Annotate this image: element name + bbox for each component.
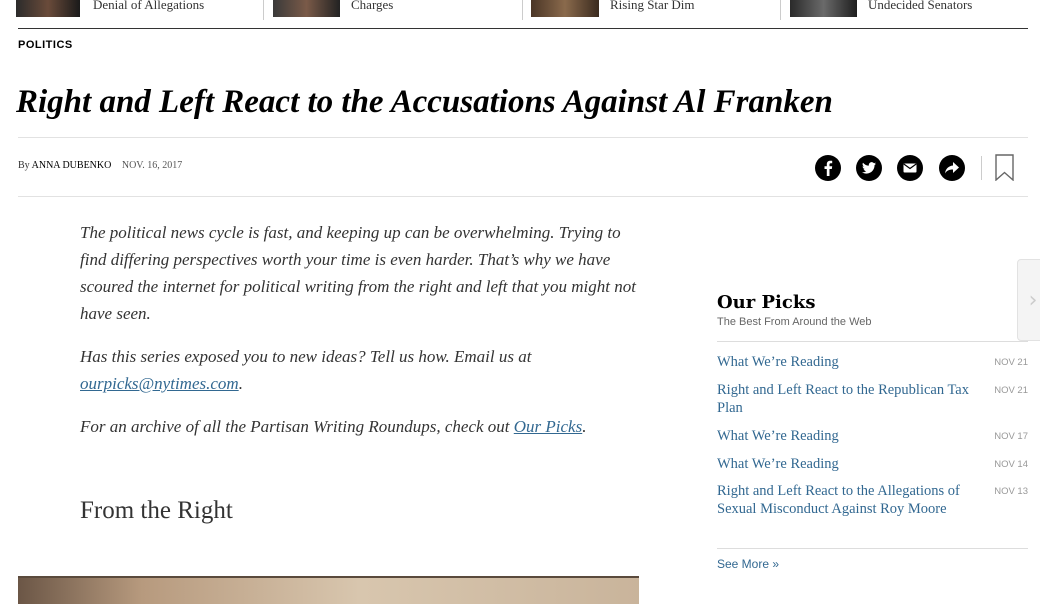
divider [981, 156, 982, 180]
related-story-link[interactable]: Charges [351, 0, 393, 13]
divider [18, 196, 1028, 197]
sidebar-item-title[interactable]: What We’re Reading [717, 353, 972, 371]
sidebar-item[interactable]: Right and Left React to the Allegations … [717, 482, 1028, 518]
related-story-link[interactable]: Denial of Allegations [93, 0, 204, 13]
divider [717, 341, 1028, 342]
related-story-link[interactable]: Undecided Senators [868, 0, 972, 13]
story-thumbnail[interactable] [273, 0, 340, 17]
period: . [582, 417, 587, 436]
article-headline: Right and Left React to the Accusations … [16, 84, 833, 120]
sidebar-item-date: NOV 21 [994, 385, 1028, 396]
sidebar-item-date: NOV 14 [994, 459, 1028, 470]
twitter-share-button[interactable] [856, 155, 882, 181]
archive-paragraph: For an archive of all the Partisan Writi… [80, 413, 640, 440]
story-thumbnail[interactable] [531, 0, 599, 17]
divider [717, 548, 1028, 549]
divider [263, 0, 264, 20]
share-icon [945, 162, 959, 174]
next-article-tab[interactable]: › [1017, 259, 1040, 341]
series-paragraph: Has this series exposed you to new ideas… [80, 343, 640, 397]
chevron-right-icon: › [1028, 287, 1038, 313]
twitter-icon [862, 162, 876, 174]
email-icon [903, 163, 917, 173]
story-thumbnail[interactable] [16, 0, 80, 17]
email-link[interactable]: ourpicks@nytimes.com [80, 374, 239, 393]
author-link[interactable]: ANNA DUBENKO [32, 160, 112, 171]
sidebar-title[interactable]: Our Picks [717, 292, 815, 313]
series-prompt: Has this series exposed you to new ideas… [80, 347, 532, 366]
sidebar-item-date: NOV 13 [994, 486, 1028, 497]
archive-prompt: For an archive of all the Partisan Writi… [80, 417, 514, 436]
sidebar-item[interactable]: What We’re Reading NOV 17 [717, 427, 1028, 445]
sidebar-item[interactable]: Right and Left React to the Republican T… [717, 381, 1028, 417]
related-story-link[interactable]: Rising Star Dim [610, 0, 695, 13]
intro-paragraph: The political news cycle is fast, and ke… [80, 223, 636, 323]
byline: By ANNA DUBENKO NOV. 16, 2017 [18, 160, 182, 171]
sidebar-item-title[interactable]: What We’re Reading [717, 427, 972, 445]
byline-prefix: By [18, 160, 30, 171]
bookmark-icon[interactable] [995, 154, 1014, 181]
more-share-button[interactable] [939, 155, 965, 181]
sidebar-item-title[interactable]: What We’re Reading [717, 455, 972, 473]
divider [780, 0, 781, 20]
our-picks-link[interactable]: Our Picks [514, 417, 582, 436]
sidebar-item-date: NOV 21 [994, 357, 1028, 368]
sidebar-item[interactable]: What We’re Reading NOV 14 [717, 455, 1028, 473]
sidebar-item[interactable]: What We’re Reading NOV 21 [717, 353, 1028, 371]
sidebar-item-date: NOV 17 [994, 431, 1028, 442]
sidebar-item-title[interactable]: Right and Left React to the Allegations … [717, 482, 972, 518]
section-kicker[interactable]: POLITICS [18, 39, 73, 51]
period: . [238, 374, 243, 393]
facebook-icon [824, 160, 833, 176]
sidebar-item-title[interactable]: Right and Left React to the Republican T… [717, 381, 972, 417]
divider [522, 0, 523, 20]
facebook-share-button[interactable] [815, 155, 841, 181]
strip-divider [18, 28, 1028, 29]
section-heading: From the Right [80, 497, 233, 524]
related-stories-strip: Denial of Allegations Charges Rising Sta… [0, 0, 1040, 22]
email-share-button[interactable] [897, 155, 923, 181]
story-thumbnail[interactable] [790, 0, 857, 17]
see-more-link[interactable]: See More » [717, 557, 779, 571]
publish-date: NOV. 16, 2017 [121, 160, 183, 171]
sidebar-subtitle: The Best From Around the Web [717, 316, 872, 328]
article-image [18, 576, 639, 604]
divider [18, 137, 1028, 138]
